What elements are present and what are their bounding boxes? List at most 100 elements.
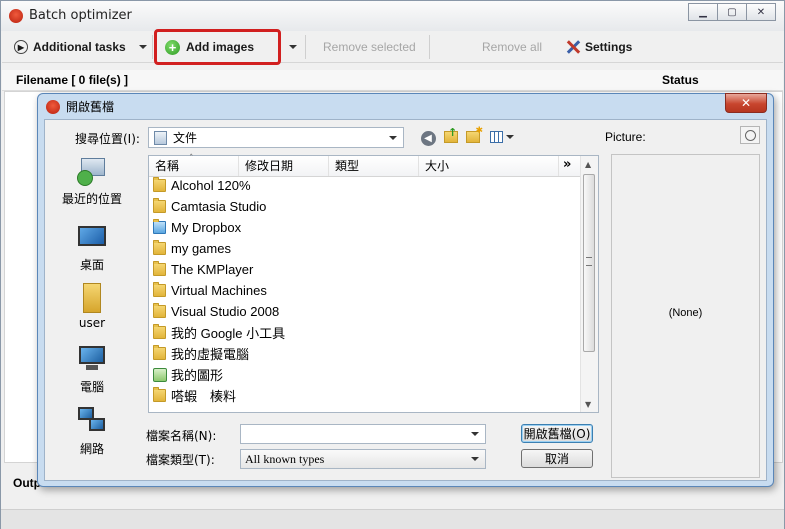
status-column-header[interactable]: Status bbox=[662, 73, 699, 87]
file-name: my games bbox=[171, 241, 231, 256]
maximize-button[interactable]: ▢ bbox=[718, 3, 747, 21]
place-recent[interactable]: 最近的位置 bbox=[52, 156, 132, 207]
additional-tasks-button[interactable]: ▶ Additional tasks bbox=[14, 32, 126, 62]
filetype-label: 檔案類型(T): bbox=[146, 453, 215, 467]
play-circle-icon: ▶ bbox=[14, 40, 28, 54]
toolbar: ▶ Additional tasks + Add images Remove s… bbox=[2, 32, 783, 63]
folder-icon bbox=[153, 324, 166, 339]
scroll-down-icon[interactable]: ▼ bbox=[585, 400, 591, 409]
minimize-button[interactable]: ▁ bbox=[688, 3, 718, 21]
look-in-value: 文件 bbox=[173, 131, 198, 145]
scrollbar-thumb[interactable] bbox=[583, 174, 595, 352]
column-modified[interactable]: 修改日期 bbox=[239, 156, 329, 176]
zoom-preview-button[interactable] bbox=[740, 126, 760, 144]
place-user-label: user bbox=[78, 316, 106, 330]
dropbox-folder-icon bbox=[153, 219, 166, 234]
file-row[interactable]: 我的虛擬電腦 bbox=[153, 343, 249, 364]
documents-folder-icon bbox=[154, 130, 167, 145]
back-button[interactable]: ◀ bbox=[420, 130, 436, 146]
folder-icon bbox=[153, 387, 166, 402]
folder-icon bbox=[153, 261, 166, 276]
view-menu-button[interactable] bbox=[489, 129, 515, 145]
settings-label: Settings bbox=[585, 40, 633, 54]
chevron-down-icon bbox=[506, 135, 514, 139]
file-row[interactable]: my games bbox=[153, 238, 231, 259]
network-icon bbox=[77, 406, 107, 436]
dialog-close-button[interactable]: ✕ bbox=[725, 93, 767, 113]
file-row[interactable]: Alcohol 120% bbox=[153, 175, 251, 196]
partially-visible-row bbox=[153, 409, 353, 413]
vertical-scrollbar[interactable]: ▲ ▼ bbox=[580, 156, 598, 412]
place-user[interactable]: user bbox=[52, 282, 132, 330]
file-name: My Dropbox bbox=[171, 220, 242, 235]
file-row[interactable]: 我的 Google 小工具 bbox=[153, 322, 285, 343]
look-in-label: 搜尋位置(I): bbox=[75, 132, 140, 146]
picture-label: Picture: bbox=[605, 130, 646, 144]
filename-column-header[interactable]: Filename [ 0 file(s) ] bbox=[16, 73, 128, 87]
place-computer[interactable]: 電腦 bbox=[52, 344, 132, 395]
close-button[interactable]: ✕ bbox=[747, 3, 776, 21]
cancel-button[interactable]: 取消 bbox=[521, 449, 593, 468]
file-row[interactable]: Virtual Machines bbox=[153, 280, 267, 301]
settings-button[interactable]: Settings bbox=[565, 32, 632, 62]
sort-ascending-icon: ˆ bbox=[189, 154, 194, 164]
add-images-dropdown-arrow[interactable] bbox=[289, 45, 297, 49]
dialog-body: 搜尋位置(I): 文件 ◀ ↑ ✱ 最近的位置 桌面 user 電腦 網路 名稱… bbox=[44, 119, 767, 481]
place-recent-label: 最近的位置 bbox=[61, 192, 122, 206]
window-title: Batch optimizer bbox=[29, 8, 132, 23]
file-row[interactable]: 我的圖形 bbox=[153, 364, 223, 385]
chevron-down-icon bbox=[139, 45, 147, 49]
minimize-icon: ▁ bbox=[699, 6, 707, 18]
back-arrow-icon: ◀ bbox=[420, 130, 436, 146]
remove-all-button[interactable]: Remove all bbox=[482, 32, 542, 62]
file-row[interactable]: My Dropbox bbox=[153, 217, 241, 238]
file-name: Alcohol 120% bbox=[171, 178, 251, 193]
place-desktop-label: 桌面 bbox=[79, 258, 104, 272]
folder-icon bbox=[153, 282, 166, 297]
chevron-down-icon bbox=[471, 432, 479, 436]
new-folder-button[interactable]: ✱ bbox=[465, 126, 483, 145]
column-name-label: 名稱 bbox=[155, 159, 180, 173]
filename-input[interactable] bbox=[240, 424, 486, 444]
view-menu-icon bbox=[490, 131, 503, 143]
dialog-title-bar: 開啟舊檔 ✕ bbox=[38, 93, 773, 118]
file-list-header: Filename [ 0 file(s) ] Status bbox=[2, 70, 783, 91]
file-name: Virtual Machines bbox=[171, 283, 267, 298]
scroll-up-icon[interactable]: ▲ bbox=[585, 160, 591, 169]
app-logo-icon bbox=[46, 100, 60, 114]
file-row[interactable]: The KMPlayer bbox=[153, 259, 253, 280]
more-columns-button[interactable]: » bbox=[563, 157, 571, 172]
file-row[interactable]: 嗒蝦 楱料 bbox=[153, 385, 236, 406]
maximize-icon: ▢ bbox=[727, 6, 737, 18]
caption-buttons: ▁ ▢ ✕ bbox=[688, 3, 776, 21]
column-type[interactable]: 類型 bbox=[329, 156, 419, 176]
magnifier-icon bbox=[744, 129, 756, 141]
column-name[interactable]: 名稱 ˆ bbox=[149, 154, 239, 176]
folder-icon bbox=[153, 240, 166, 255]
additional-tasks-dropdown-arrow[interactable] bbox=[139, 45, 147, 49]
file-row[interactable]: Visual Studio 2008 bbox=[153, 301, 279, 322]
open-button[interactable]: 開啟舊檔(O) bbox=[521, 424, 593, 443]
status-bar bbox=[1, 509, 784, 529]
pictures-folder-icon bbox=[153, 367, 167, 382]
place-computer-label: 電腦 bbox=[79, 380, 104, 394]
chevron-down-icon bbox=[389, 135, 397, 140]
computer-icon bbox=[77, 344, 107, 374]
filetype-value: All known types bbox=[245, 451, 325, 466]
close-icon: ✕ bbox=[740, 96, 752, 110]
place-network-label: 網路 bbox=[79, 442, 104, 456]
look-in-combo[interactable]: 文件 bbox=[148, 127, 404, 148]
dialog-file-list[interactable]: 名稱 ˆ 修改日期 類型 大小 » Alcohol 120% Camtasia … bbox=[148, 154, 599, 413]
place-desktop[interactable]: 桌面 bbox=[52, 222, 132, 273]
file-row[interactable]: Camtasia Studio bbox=[153, 196, 266, 217]
toolbar-separator bbox=[429, 35, 430, 59]
column-size[interactable]: 大小 bbox=[419, 156, 559, 176]
filetype-select[interactable]: All known types bbox=[240, 449, 486, 469]
new-folder-icon: ✱ bbox=[466, 126, 483, 143]
chevron-down-icon bbox=[471, 457, 479, 461]
remove-selected-button[interactable]: Remove selected bbox=[323, 32, 416, 62]
desktop-icon bbox=[77, 222, 107, 252]
toolbar-separator bbox=[152, 35, 153, 59]
up-folder-button[interactable]: ↑ bbox=[443, 126, 459, 145]
place-network[interactable]: 網路 bbox=[52, 406, 132, 457]
